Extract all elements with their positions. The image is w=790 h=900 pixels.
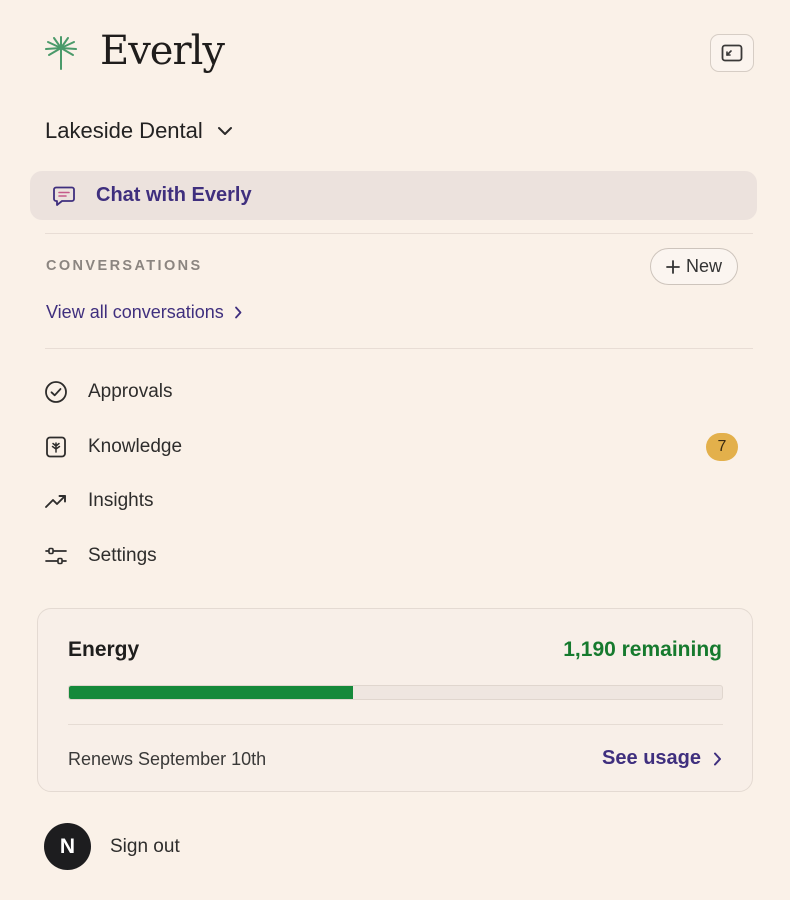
new-conversation-button[interactable]: New [650, 248, 738, 285]
chevron-right-icon [714, 752, 721, 765]
org-name: Lakeside Dental [45, 118, 203, 143]
knowledge-book-icon [46, 436, 66, 458]
energy-title: Energy [68, 638, 140, 661]
avatar: N [44, 823, 91, 870]
nav-label: Approvals [88, 381, 173, 402]
nav-label: Knowledge [88, 436, 183, 457]
sidebar-header: Everly [44, 28, 754, 78]
nav-label: Insights [88, 490, 154, 511]
check-circle-icon [45, 381, 67, 403]
divider [45, 348, 753, 349]
nav-label: Settings [88, 545, 157, 566]
sign-out-label: Sign out [110, 835, 180, 857]
see-usage-label: See usage [602, 747, 701, 769]
sliders-icon [45, 547, 67, 565]
chevron-right-icon [234, 306, 242, 319]
brand-name: Everly [100, 28, 225, 74]
energy-progress-fill [69, 686, 354, 699]
nav-item-insights[interactable]: Insights [44, 484, 738, 518]
see-usage-link[interactable]: See usage [602, 747, 722, 770]
sign-out-row[interactable]: N Sign out [44, 823, 180, 870]
nav-item-settings[interactable]: Settings [44, 539, 738, 573]
divider [45, 233, 753, 234]
view-all-conversations-link[interactable]: View all conversations [46, 302, 242, 323]
card-divider [68, 724, 723, 725]
plus-icon [666, 259, 680, 274]
org-selector[interactable]: Lakeside Dental [45, 118, 233, 144]
palm-tree-icon [45, 36, 77, 70]
chat-label: Chat with Everly [96, 184, 252, 206]
new-label: New [685, 256, 722, 276]
view-all-label: View all conversations [46, 302, 224, 322]
chevron-down-icon [217, 127, 232, 135]
knowledge-count-badge: 7 [706, 433, 738, 461]
energy-card: Energy 1,190 remaining Renews September … [37, 608, 753, 792]
sidebar-collapse-icon [721, 44, 743, 62]
nav-item-approvals[interactable]: Approvals [44, 375, 738, 409]
nav-item-knowledge[interactable]: Knowledge 7 [44, 430, 738, 464]
chat-with-everly-button[interactable]: Chat with Everly [30, 171, 757, 220]
chat-bubble-icon [53, 186, 75, 206]
energy-remaining: 1,190 remaining [563, 638, 722, 661]
renewal-date: Renews September 10th [68, 749, 267, 769]
trending-up-icon [45, 495, 66, 508]
energy-progress-bar [68, 685, 723, 700]
collapse-sidebar-button[interactable] [710, 34, 754, 72]
conversations-heading: CONVERSATIONS [46, 258, 203, 274]
